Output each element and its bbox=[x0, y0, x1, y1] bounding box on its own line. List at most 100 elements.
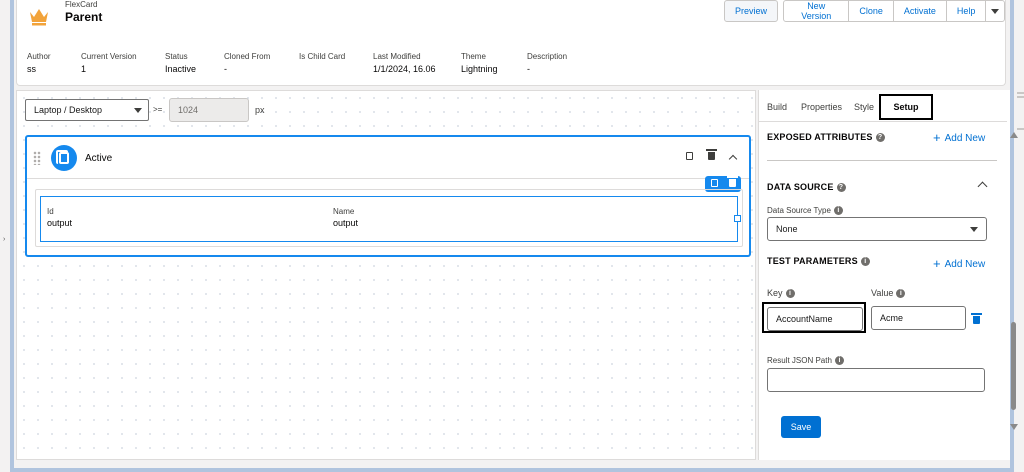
more-actions-button[interactable] bbox=[985, 0, 1005, 22]
label-text: Data Source Type bbox=[767, 206, 831, 215]
meta-label: Status bbox=[165, 52, 188, 61]
scroll-down-icon[interactable] bbox=[1010, 424, 1018, 430]
gte-label: >= bbox=[153, 105, 163, 114]
block-container: Id output Name output bbox=[35, 189, 743, 247]
drag-handle-icon[interactable] bbox=[33, 151, 41, 165]
tab-build[interactable]: Build bbox=[767, 102, 787, 112]
meta-value: - bbox=[224, 64, 227, 74]
expand-left-icon[interactable]: › bbox=[3, 236, 5, 243]
design-canvas[interactable]: Laptop / Desktop >= 1024 px Active Id ou… bbox=[16, 90, 756, 460]
device-select-value: Laptop / Desktop bbox=[34, 105, 103, 115]
meta-label: Last Modified bbox=[373, 52, 421, 61]
field-value: output bbox=[333, 218, 359, 228]
page-header: FlexCard Parent Preview New Version Clon… bbox=[16, 0, 1006, 86]
test-parameters-title: TEST PARAMETERS i bbox=[767, 256, 870, 267]
highlight-box bbox=[762, 302, 866, 333]
help-icon[interactable]: i bbox=[834, 356, 844, 366]
plus-icon: + bbox=[933, 256, 941, 271]
data-source-title: DATA SOURCE? bbox=[767, 182, 846, 193]
meta-value: 1/1/2024, 16.06 bbox=[373, 64, 436, 74]
block-selected[interactable]: Id output Name output bbox=[40, 196, 741, 242]
state-header: Active bbox=[27, 137, 749, 179]
help-button[interactable]: Help bbox=[945, 0, 987, 22]
meta-label: Current Version bbox=[81, 52, 137, 61]
meta-value: ss bbox=[27, 64, 36, 74]
meta-cloned-from: Cloned From - bbox=[224, 52, 270, 74]
add-new-label: Add New bbox=[944, 259, 986, 270]
properties-panel: Build Properties Style Setup EXPOSED ATT… bbox=[758, 90, 1018, 460]
meta-label: Theme bbox=[461, 52, 486, 61]
collapse-data-source-icon[interactable] bbox=[977, 181, 988, 192]
scroll-mark bbox=[1017, 96, 1024, 98]
flexcard-designer: FlexCard Parent Preview New Version Clon… bbox=[14, 0, 1018, 468]
help-icon[interactable]: ? bbox=[875, 133, 885, 143]
delete-block-icon[interactable] bbox=[726, 176, 738, 189]
meta-value: Lightning bbox=[461, 64, 498, 74]
meta-value: 1 bbox=[81, 64, 87, 74]
result-json-path-input[interactable] bbox=[767, 368, 985, 392]
key-label: Key i bbox=[767, 288, 795, 299]
add-exposed-attribute-button[interactable]: + Add New bbox=[933, 130, 985, 145]
caret-down-icon bbox=[134, 108, 142, 113]
header-actions: Preview New Version Clone Activate Help bbox=[724, 0, 1005, 22]
scroll-mark bbox=[1017, 92, 1024, 94]
activate-button[interactable]: Activate bbox=[892, 0, 947, 22]
unit-label: px bbox=[255, 105, 265, 115]
tab-properties[interactable]: Properties bbox=[801, 102, 842, 112]
resize-handle[interactable] bbox=[734, 215, 741, 222]
scroll-mark bbox=[1017, 128, 1024, 130]
label-text: Key bbox=[767, 288, 783, 298]
clone-state-icon[interactable] bbox=[683, 152, 695, 164]
help-icon[interactable]: i bbox=[833, 206, 843, 216]
tab-style[interactable]: Style bbox=[854, 102, 874, 112]
meta-label: Is Child Card bbox=[299, 52, 346, 61]
data-source-type-label: Data Source Type i bbox=[767, 206, 843, 216]
field-name[interactable]: Name output bbox=[333, 207, 358, 228]
help-icon[interactable]: ? bbox=[836, 183, 846, 193]
meta-description: Description - bbox=[527, 52, 567, 74]
meta-value: Inactive bbox=[165, 64, 197, 74]
select-value: None bbox=[776, 224, 798, 234]
section-title-text: EXPOSED ATTRIBUTES bbox=[767, 132, 873, 142]
test-param-value-input[interactable]: Acme bbox=[871, 306, 966, 330]
scroll-up-icon[interactable] bbox=[1010, 132, 1018, 138]
add-test-parameter-button[interactable]: + Add New bbox=[933, 256, 985, 271]
help-icon[interactable]: i bbox=[785, 289, 795, 299]
help-icon[interactable]: i bbox=[860, 257, 870, 267]
state-icon bbox=[51, 145, 77, 171]
result-json-path-label: Result JSON Path i bbox=[767, 356, 844, 366]
help-icon[interactable]: i bbox=[896, 289, 906, 299]
state-name: Active bbox=[85, 153, 113, 164]
clone-block-icon[interactable] bbox=[710, 179, 718, 189]
delete-state-icon[interactable] bbox=[705, 149, 717, 164]
save-button[interactable]: Save bbox=[781, 416, 821, 438]
field-value: output bbox=[47, 218, 73, 228]
exposed-attributes-title: EXPOSED ATTRIBUTES? bbox=[767, 132, 885, 143]
state-card[interactable]: Active Id output Name output bbox=[25, 135, 751, 257]
page-title: Parent bbox=[65, 10, 103, 24]
scrollbar-thumb[interactable] bbox=[1011, 322, 1016, 410]
meta-label: Cloned From bbox=[224, 52, 271, 61]
collapse-state-icon[interactable] bbox=[727, 152, 739, 164]
caret-down-icon bbox=[970, 227, 978, 232]
clone-button[interactable]: Clone bbox=[848, 0, 894, 22]
preview-button[interactable]: Preview bbox=[724, 0, 779, 22]
meta-status: Status Inactive bbox=[165, 52, 196, 74]
tab-setup[interactable]: Setup bbox=[879, 94, 933, 120]
viewport-width-input[interactable]: 1024 bbox=[169, 98, 249, 122]
device-select[interactable]: Laptop / Desktop bbox=[25, 99, 149, 121]
object-type: FlexCard bbox=[65, 0, 98, 9]
crown-icon bbox=[27, 4, 51, 28]
add-new-label: Add New bbox=[944, 133, 986, 144]
meta-last-modified: Last Modified 1/1/2024, 16.06 bbox=[373, 52, 436, 74]
label-text: Value bbox=[871, 288, 894, 298]
meta-author: Author ss bbox=[27, 52, 51, 74]
panel-tabs: Build Properties Style Setup bbox=[759, 90, 1007, 122]
field-id[interactable]: Id output bbox=[47, 207, 72, 228]
data-source-type-select[interactable]: None bbox=[767, 217, 987, 241]
plus-icon: + bbox=[933, 130, 941, 145]
section-title-text: TEST PARAMETERS bbox=[767, 256, 858, 266]
delete-test-param-icon[interactable] bbox=[971, 313, 982, 326]
new-version-button[interactable]: New Version bbox=[783, 0, 850, 22]
value-label: Value i bbox=[871, 288, 906, 299]
